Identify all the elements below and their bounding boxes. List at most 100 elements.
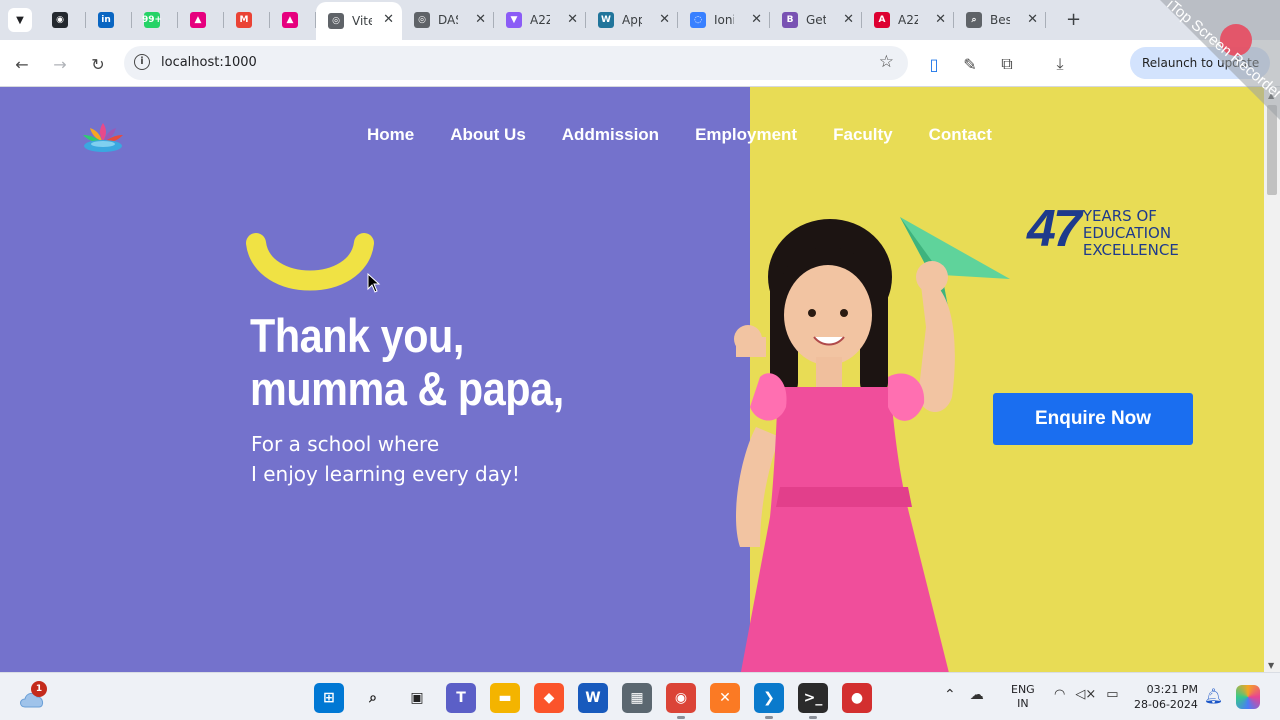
browser-tab[interactable]: ▲ bbox=[178, 6, 224, 34]
browser-tab[interactable]: M bbox=[224, 6, 270, 34]
headline-line-2: mumma & papa, bbox=[250, 362, 564, 415]
browser-tab[interactable]: in bbox=[86, 6, 132, 34]
page-scrollbar[interactable]: ▲ ▼ bbox=[1264, 87, 1280, 672]
browser-tab[interactable]: ▼ A2Z ✕ bbox=[494, 6, 586, 34]
teams-icon[interactable]: T bbox=[446, 683, 476, 713]
hero-headline: Thank you, mumma & papa, bbox=[250, 309, 564, 415]
scroll-thumb[interactable] bbox=[1267, 105, 1277, 195]
nav-employment[interactable]: Employment bbox=[695, 125, 797, 145]
language-indicator[interactable]: ENG IN bbox=[1011, 683, 1035, 711]
browser-tab[interactable]: ⌕ Besi ✕ bbox=[954, 6, 1046, 34]
notification-badge: 1 bbox=[31, 681, 47, 697]
site-info-icon[interactable]: i bbox=[134, 54, 150, 70]
screen-recorder-icon[interactable]: ● bbox=[842, 683, 872, 713]
extensions-button[interactable]: ⧉ bbox=[995, 52, 1019, 76]
enquire-now-button[interactable]: Enquire Now bbox=[993, 393, 1193, 445]
running-indicator bbox=[677, 716, 685, 719]
girl-with-paper-plane-image bbox=[734, 217, 1010, 672]
hero-subtitle: For a school where I enjoy learning ever… bbox=[251, 429, 520, 489]
notification-bell-icon[interactable]: 🔔︎ bbox=[1204, 687, 1223, 705]
arrow-left-icon: ← bbox=[15, 54, 29, 74]
downloads-button[interactable]: ⤓ bbox=[1048, 52, 1072, 76]
address-bar[interactable]: i localhost:1000 ☆ bbox=[124, 46, 908, 80]
tab-search-button[interactable]: ▼ bbox=[8, 8, 32, 32]
angular-icon: A bbox=[874, 12, 890, 28]
linkedin-icon: in bbox=[98, 12, 114, 28]
file-explorer-icon[interactable]: ▬ bbox=[490, 683, 520, 713]
headline-line-1: Thank you, bbox=[250, 309, 464, 362]
nav-about-us[interactable]: About Us bbox=[450, 125, 526, 145]
network-off-icon[interactable]: ☁ bbox=[970, 687, 984, 703]
tab-title: Vite bbox=[352, 14, 372, 28]
search-icon[interactable]: ⌕ bbox=[358, 683, 388, 713]
copilot-icon[interactable] bbox=[1236, 685, 1260, 709]
close-tab-icon[interactable]: ✕ bbox=[567, 12, 578, 27]
vscode-icon[interactable]: ❯ bbox=[754, 683, 784, 719]
browser-tab[interactable]: 99+ bbox=[132, 6, 178, 34]
calculator-icon[interactable]: ▦ bbox=[622, 683, 652, 713]
back-button[interactable]: ← bbox=[10, 52, 34, 76]
language-line-2: IN bbox=[1017, 697, 1029, 710]
close-tab-icon[interactable]: ✕ bbox=[475, 12, 486, 27]
main-nav: Home About Us Addmission Employment Facu… bbox=[367, 125, 992, 145]
app-icon: ▲ bbox=[190, 12, 206, 28]
close-tab-icon[interactable]: ✕ bbox=[659, 12, 670, 27]
nav-contact[interactable]: Contact bbox=[929, 125, 992, 145]
close-tab-icon[interactable]: ✕ bbox=[1027, 12, 1038, 27]
browser-tab[interactable]: ▲ bbox=[270, 6, 316, 34]
close-tab-icon[interactable]: ✕ bbox=[751, 12, 762, 27]
close-tab-icon[interactable]: ✕ bbox=[843, 12, 854, 27]
scroll-up-arrow-icon[interactable]: ▲ bbox=[1268, 91, 1274, 100]
xampp-icon[interactable]: ✕ bbox=[710, 683, 740, 713]
close-tab-icon[interactable]: ✕ bbox=[383, 12, 394, 27]
chrome-icon[interactable]: ◉ bbox=[666, 683, 696, 719]
wifi-icon: ◠ bbox=[1054, 687, 1066, 702]
task-view-icon[interactable]: ▣ bbox=[402, 683, 432, 713]
browser-toolbar: ← → ↻ i localhost:1000 ☆ ▯ ✎ ⧉ ⤓ Relaunc… bbox=[0, 40, 1280, 87]
app-icon: ▲ bbox=[282, 12, 298, 28]
browser-tab[interactable]: ◉ bbox=[40, 6, 86, 34]
url-text[interactable]: localhost:1000 bbox=[161, 55, 257, 70]
chevron-up-icon[interactable]: ⌃ bbox=[944, 687, 956, 703]
tab-title: A2Z bbox=[898, 13, 918, 27]
search-icon: ⌕ bbox=[966, 12, 982, 28]
volume-muted-icon: ◁× bbox=[1075, 687, 1097, 702]
years-line-2: EDUCATION bbox=[1082, 224, 1172, 242]
reload-button[interactable]: ↻ bbox=[86, 52, 110, 76]
subtitle-line-2: I enjoy learning every day! bbox=[251, 462, 520, 486]
school-logo-icon[interactable] bbox=[80, 119, 126, 155]
forward-button[interactable]: → bbox=[48, 52, 72, 76]
browser-tab[interactable]: ◎ DAS ✕ bbox=[402, 6, 494, 34]
browser-tab[interactable]: ◌ Ioni ✕ bbox=[678, 6, 770, 34]
nav-faculty[interactable]: Faculty bbox=[833, 125, 893, 145]
clock[interactable]: 03:21 PM 28-06-2024 bbox=[1134, 682, 1198, 712]
globe-icon: ◎ bbox=[328, 13, 344, 29]
quick-settings[interactable]: ◠ ◁× ▭ bbox=[1054, 687, 1119, 702]
color-picker-button[interactable]: ✎ bbox=[958, 52, 982, 76]
close-tab-icon[interactable]: ✕ bbox=[935, 12, 946, 27]
language-line-1: ENG bbox=[1011, 683, 1035, 696]
browser-tab[interactable]: W App ✕ bbox=[586, 6, 678, 34]
brave-icon[interactable]: ◆ bbox=[534, 683, 564, 713]
bootstrap-icon: B bbox=[782, 12, 798, 28]
tab-title: DAS bbox=[438, 13, 458, 27]
extension-button[interactable]: ▯ bbox=[922, 52, 946, 76]
scroll-down-arrow-icon[interactable]: ▼ bbox=[1268, 661, 1274, 670]
subtitle-line-1: For a school where bbox=[251, 432, 440, 456]
word-icon[interactable]: W bbox=[578, 683, 608, 713]
nav-home[interactable]: Home bbox=[367, 125, 414, 145]
windows-start-icon[interactable]: ⊞ bbox=[314, 683, 344, 713]
terminal-icon[interactable]: >_ bbox=[798, 683, 828, 719]
browser-tab[interactable]: A A2Z ✕ bbox=[862, 6, 954, 34]
bookmark-star-icon[interactable]: ☆ bbox=[879, 52, 894, 72]
browser-tab[interactable]: ◎ Vite ✕ bbox=[316, 2, 402, 40]
browser-tab[interactable]: B Get ✕ bbox=[770, 6, 862, 34]
new-tab-button[interactable]: + bbox=[1066, 9, 1081, 30]
nav-admission[interactable]: Addmission bbox=[562, 125, 659, 145]
tab-title: A2Z bbox=[530, 13, 550, 27]
chevron-down-icon: ▼ bbox=[16, 14, 24, 26]
system-tray: ⌃ ☁ bbox=[944, 687, 984, 703]
arrow-right-icon: → bbox=[53, 54, 67, 74]
github-icon: ◉ bbox=[52, 12, 68, 28]
relaunch-button[interactable]: Relaunch to update bbox=[1130, 47, 1270, 79]
